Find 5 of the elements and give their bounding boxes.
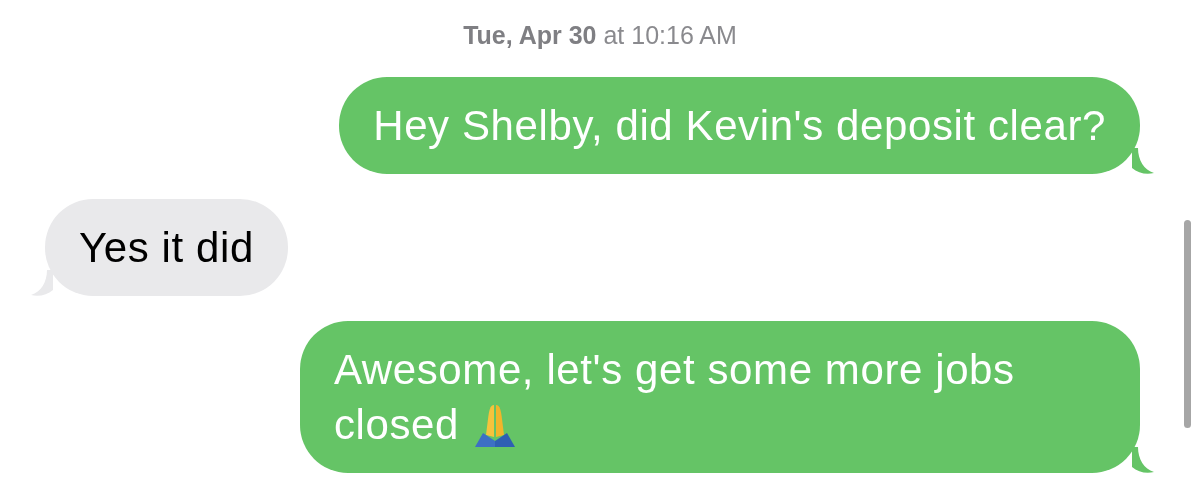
bubble-tail [1132,447,1154,473]
timestamp: Tue, Apr 30 at 10:16 AM [463,20,737,51]
bubble-tail [1132,148,1154,174]
folded-hands-icon [473,403,517,449]
scrollbar[interactable] [1184,220,1191,428]
